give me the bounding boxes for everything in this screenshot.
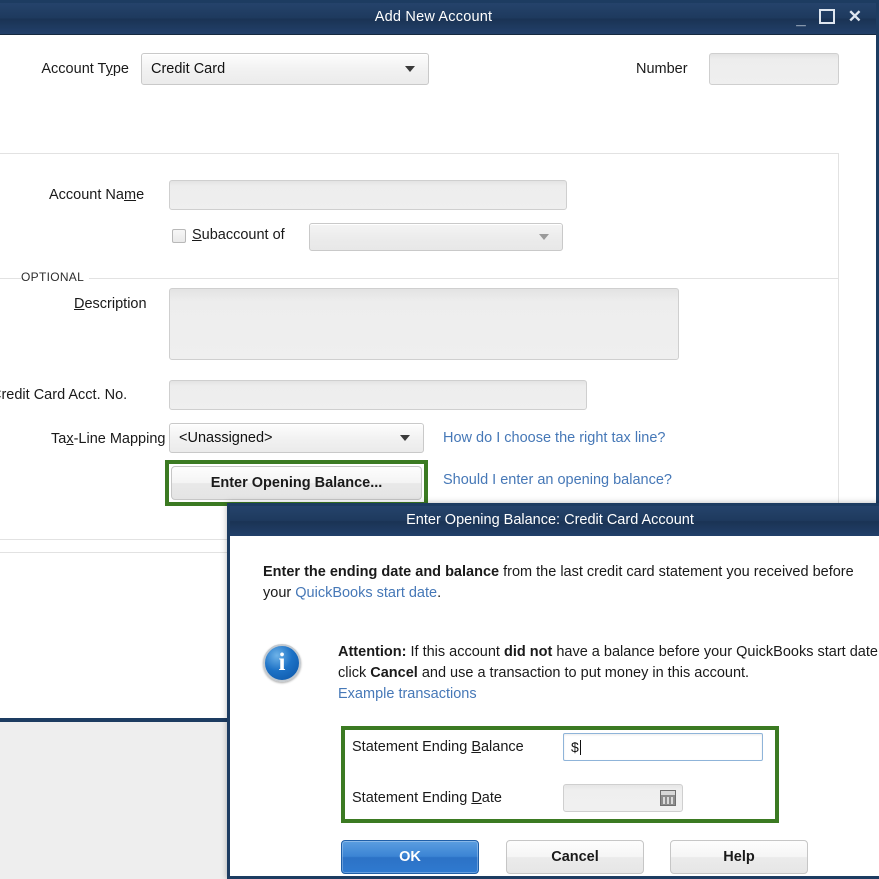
statement-ending-balance-input[interactable]: $ (563, 733, 763, 761)
account-name-input[interactable] (169, 180, 567, 210)
dialog-content: Enter the ending date and balance from t… (230, 536, 879, 876)
attention-bold-did-not: did not (503, 644, 553, 660)
maximize-icon[interactable] (818, 9, 835, 24)
account-type-value: Credit Card (151, 61, 226, 77)
credit-card-acct-no-input[interactable] (169, 380, 587, 410)
dialog-title: Enter Opening Balance: Credit Card Accou… (406, 512, 694, 528)
account-type-label: Account Type (41, 61, 129, 77)
text-caret (579, 740, 581, 755)
close-icon[interactable]: ✕ (848, 8, 862, 25)
number-input[interactable] (709, 53, 839, 85)
chevron-down-icon (539, 234, 549, 240)
window-title: Add New Account (374, 9, 493, 25)
cancel-button-label: Cancel (551, 849, 599, 865)
enter-opening-balance-label: Enter Opening Balance... (210, 475, 383, 491)
info-icon (263, 644, 301, 682)
attention-part1: If this account (406, 644, 504, 660)
dialog-titlebar: Enter Opening Balance: Credit Card Accou… (230, 506, 879, 536)
attention-bold-lead: Attention: (338, 644, 407, 660)
window-controls: _ ✕ (796, 7, 862, 27)
help-button-label: Help (723, 849, 755, 865)
tax-line-mapping-select[interactable]: <Unassigned> (169, 423, 424, 453)
statement-ending-date-input[interactable] (563, 784, 683, 812)
dialog-attention-text: Attention: If this account did not have … (338, 642, 879, 684)
enter-opening-balance-button[interactable]: Enter Opening Balance... (171, 466, 422, 500)
tax-line-mapping-value: <Unassigned> (179, 430, 273, 446)
dialog-intro-text: Enter the ending date and balance from t… (263, 562, 873, 604)
account-name-label: Account Name (49, 187, 145, 203)
description-label: Description (74, 296, 147, 312)
calendar-icon[interactable] (660, 790, 676, 806)
ok-button-label: OK (399, 849, 421, 865)
tax-line-help-link[interactable]: How do I choose the right tax line? (443, 430, 665, 446)
enter-opening-balance-dialog: Enter Opening Balance: Credit Card Accou… (227, 503, 879, 879)
credit-card-acct-no-label: Credit Card Acct. No. (0, 387, 128, 403)
intro-bold-lead: Enter the ending date and balance (263, 564, 500, 580)
minimize-icon[interactable]: _ (796, 10, 805, 27)
attention-part3: and use a transaction to put money in th… (417, 665, 750, 681)
chevron-down-icon (405, 66, 415, 72)
account-type-row: Account Type Credit Card Number (0, 53, 879, 87)
optional-group-label: OPTIONAL (21, 270, 90, 284)
statement-ending-date-label: Statement Ending Date (352, 790, 502, 806)
number-label: Number (636, 61, 688, 77)
attention-bold-cancel: Cancel (370, 665, 418, 681)
intro-rest-after-link: . (437, 585, 442, 601)
screen-root: Add New Account _ ✕ OPTIONAL Account Typ… (0, 0, 879, 879)
ok-button[interactable]: OK (341, 840, 479, 874)
cancel-button[interactable]: Cancel (506, 840, 644, 874)
window-titlebar: Add New Account _ ✕ (0, 3, 876, 35)
opening-balance-help-link[interactable]: Should I enter an opening balance? (443, 472, 672, 488)
subaccount-checkbox[interactable] (172, 229, 186, 243)
chevron-down-icon (400, 435, 410, 441)
tax-line-mapping-label: Tax-Line Mapping (51, 431, 166, 447)
quickbooks-start-date-link[interactable]: QuickBooks start date (295, 585, 437, 601)
subaccount-label: Subaccount of (192, 227, 285, 243)
example-transactions-link[interactable]: Example transactions (338, 686, 477, 702)
account-type-select[interactable]: Credit Card (141, 53, 429, 85)
subaccount-select[interactable] (309, 223, 563, 251)
description-input[interactable] (169, 288, 679, 360)
statement-ending-balance-label: Statement Ending Balance (352, 739, 524, 755)
help-button[interactable]: Help (670, 840, 808, 874)
statement-ending-balance-value: $ (571, 739, 581, 755)
